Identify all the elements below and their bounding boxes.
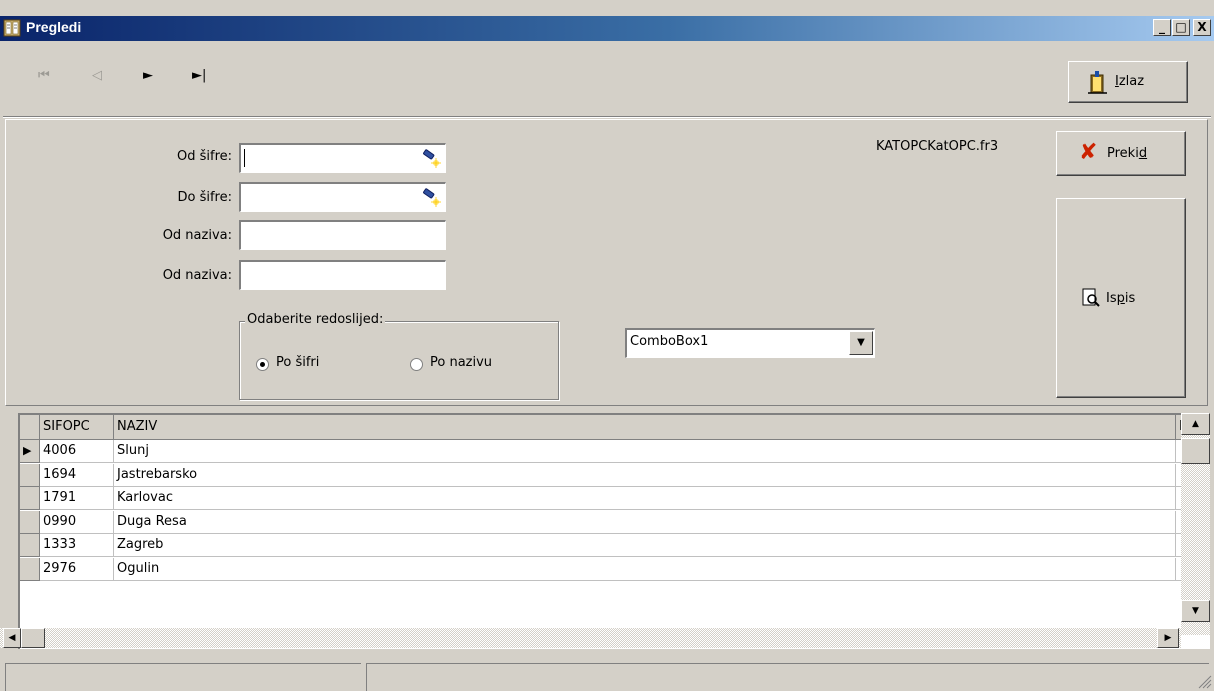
cell-naziv[interactable]: Slunj <box>114 440 1176 463</box>
od-naziva-label: Od naziva: <box>162 228 232 243</box>
cell-sifopc[interactable]: 0990 <box>40 510 114 534</box>
izlaz-text: zlaz <box>1118 74 1145 89</box>
nav-last-icon[interactable]: ►| <box>192 68 206 83</box>
nav-prev-icon[interactable]: ◁ <box>92 68 102 83</box>
radio-po-nazivu[interactable] <box>410 358 423 371</box>
izlaz-label: Izlaz <box>1115 74 1144 89</box>
cell-naziv[interactable]: Jastrebarsko <box>114 463 1176 487</box>
prekid-text: Preki <box>1107 146 1139 161</box>
ispis-text-b: is <box>1124 291 1136 306</box>
table-row[interactable]: 1333 Zagreb <box>20 534 1190 557</box>
cell-naziv[interactable]: Zagreb <box>114 534 1176 557</box>
od-sifre-input[interactable] <box>239 143 446 173</box>
radio-po-sifri[interactable] <box>256 358 269 371</box>
table-row[interactable]: 1791 Karlovac <box>20 487 1190 510</box>
cell-sifopc[interactable]: 1694 <box>40 463 114 487</box>
hscroll-thumb[interactable] <box>21 628 45 648</box>
app-book-icon <box>3 19 21 37</box>
od-naziva2-label: Od naziva: <box>162 268 232 283</box>
scroll-down-icon[interactable]: ▼ <box>1181 600 1210 622</box>
row-indicator[interactable] <box>20 534 40 557</box>
pregledi-window: Pregledi _ □ X ⏮ ◁ ► ►| Izlaz Od šifre: … <box>0 0 1214 691</box>
radio-po-sifri-label[interactable]: Po šifri <box>276 355 319 370</box>
ispis-text-a: Is <box>1106 291 1117 306</box>
header-indicator-cell <box>20 415 40 440</box>
table-row[interactable]: 0990 Duga Resa <box>20 510 1190 534</box>
maximize-button[interactable]: □ <box>1172 19 1190 36</box>
flashlight-lookup-icon[interactable] <box>421 148 443 170</box>
cell-naziv[interactable]: Ogulin <box>114 557 1176 581</box>
do-sifre-input[interactable] <box>239 182 446 212</box>
chevron-down-icon[interactable]: ▼ <box>849 331 873 355</box>
cell-naziv[interactable]: Karlovac <box>114 487 1176 510</box>
table-row[interactable]: 1694 Jastrebarsko <box>20 463 1190 487</box>
cell-naziv[interactable]: Duga Resa <box>114 510 1176 534</box>
minimize-button[interactable]: _ <box>1153 19 1171 36</box>
horizontal-scrollbar[interactable]: ◀ ▶ <box>0 628 1181 648</box>
print-preview-icon <box>1082 288 1100 307</box>
od-naziva2-input[interactable] <box>239 260 446 290</box>
report-file-label: KATOPCKatOPC.fr3 <box>876 139 999 154</box>
izlaz-button[interactable]: Izlaz <box>1068 61 1188 103</box>
ispis-button[interactable]: Ispis <box>1056 198 1186 398</box>
od-sifre-label: Od šifre: <box>176 149 232 164</box>
scroll-right-icon[interactable]: ▶ <box>1157 628 1179 648</box>
cancel-x-icon: ✘ <box>1079 140 1098 165</box>
status-panel-2 <box>366 663 1209 691</box>
status-panel-1 <box>5 663 361 691</box>
toolbar-separator <box>3 116 1211 118</box>
close-button[interactable]: X <box>1193 19 1211 36</box>
vertical-scrollbar[interactable]: ▲ ▼ <box>1181 413 1210 635</box>
ispis-hotkey: p <box>1116 291 1125 306</box>
table-row[interactable]: ▶ 4006 Slunj <box>20 440 1190 463</box>
ispis-label: Ispis <box>1106 291 1135 306</box>
title-bar[interactable]: Pregledi _ □ X <box>0 16 1214 41</box>
combobox-value: ComboBox1 <box>630 334 709 349</box>
prekid-hotkey: d <box>1138 146 1148 161</box>
nav-next-icon[interactable]: ► <box>143 68 153 83</box>
window-title: Pregledi <box>26 19 82 35</box>
order-groupbox: Odaberite redoslijed: Po šifri Po nazivu <box>239 312 559 400</box>
combobox1[interactable]: ComboBox1 ▼ <box>625 328 875 358</box>
cell-sifopc[interactable]: 2976 <box>40 557 114 581</box>
row-indicator[interactable] <box>20 510 40 534</box>
cell-sifopc[interactable]: 1791 <box>40 487 114 510</box>
text-caret <box>244 149 245 167</box>
data-grid[interactable]: SIFOPC NAZIV N ▶ 4006Slunj1694Jastrebarsk… <box>18 413 1210 649</box>
current-row-arrow-icon: ▶ <box>23 444 32 457</box>
od-naziva-input[interactable] <box>239 220 446 250</box>
flashlight-lookup-icon[interactable] <box>421 187 443 209</box>
radio-po-nazivu-label[interactable]: Po nazivu <box>430 355 492 370</box>
cell-sifopc[interactable]: 1333 <box>40 534 114 557</box>
row-indicator[interactable] <box>20 557 40 581</box>
prekid-button[interactable]: ✘ Prekid <box>1056 131 1186 176</box>
status-bar <box>0 660 1214 691</box>
scroll-up-icon[interactable]: ▲ <box>1181 413 1210 435</box>
header-sifopc[interactable]: SIFOPC <box>40 415 114 440</box>
row-indicator[interactable] <box>20 463 40 487</box>
row-indicator[interactable]: ▶ <box>20 440 40 463</box>
size-grip-icon[interactable] <box>1198 675 1212 689</box>
table-row[interactable]: 2976 Ogulin <box>20 557 1190 581</box>
row-indicator[interactable] <box>20 487 40 510</box>
do-sifre-label: Do šifre: <box>177 190 233 205</box>
radio-selected-dot <box>260 362 265 367</box>
header-naziv[interactable]: NAZIV <box>114 415 1176 440</box>
scroll-thumb[interactable] <box>1181 438 1210 464</box>
prekid-label: Prekid <box>1107 146 1147 161</box>
scroll-left-icon[interactable]: ◀ <box>3 628 21 648</box>
order-groupbox-caption: Odaberite redoslijed: <box>245 312 386 327</box>
cell-sifopc[interactable]: 4006 <box>40 440 114 463</box>
nav-first-icon[interactable]: ⏮ <box>38 68 50 83</box>
grid-header: SIFOPC NAZIV N <box>20 415 1190 440</box>
door-exit-icon <box>1088 71 1107 94</box>
